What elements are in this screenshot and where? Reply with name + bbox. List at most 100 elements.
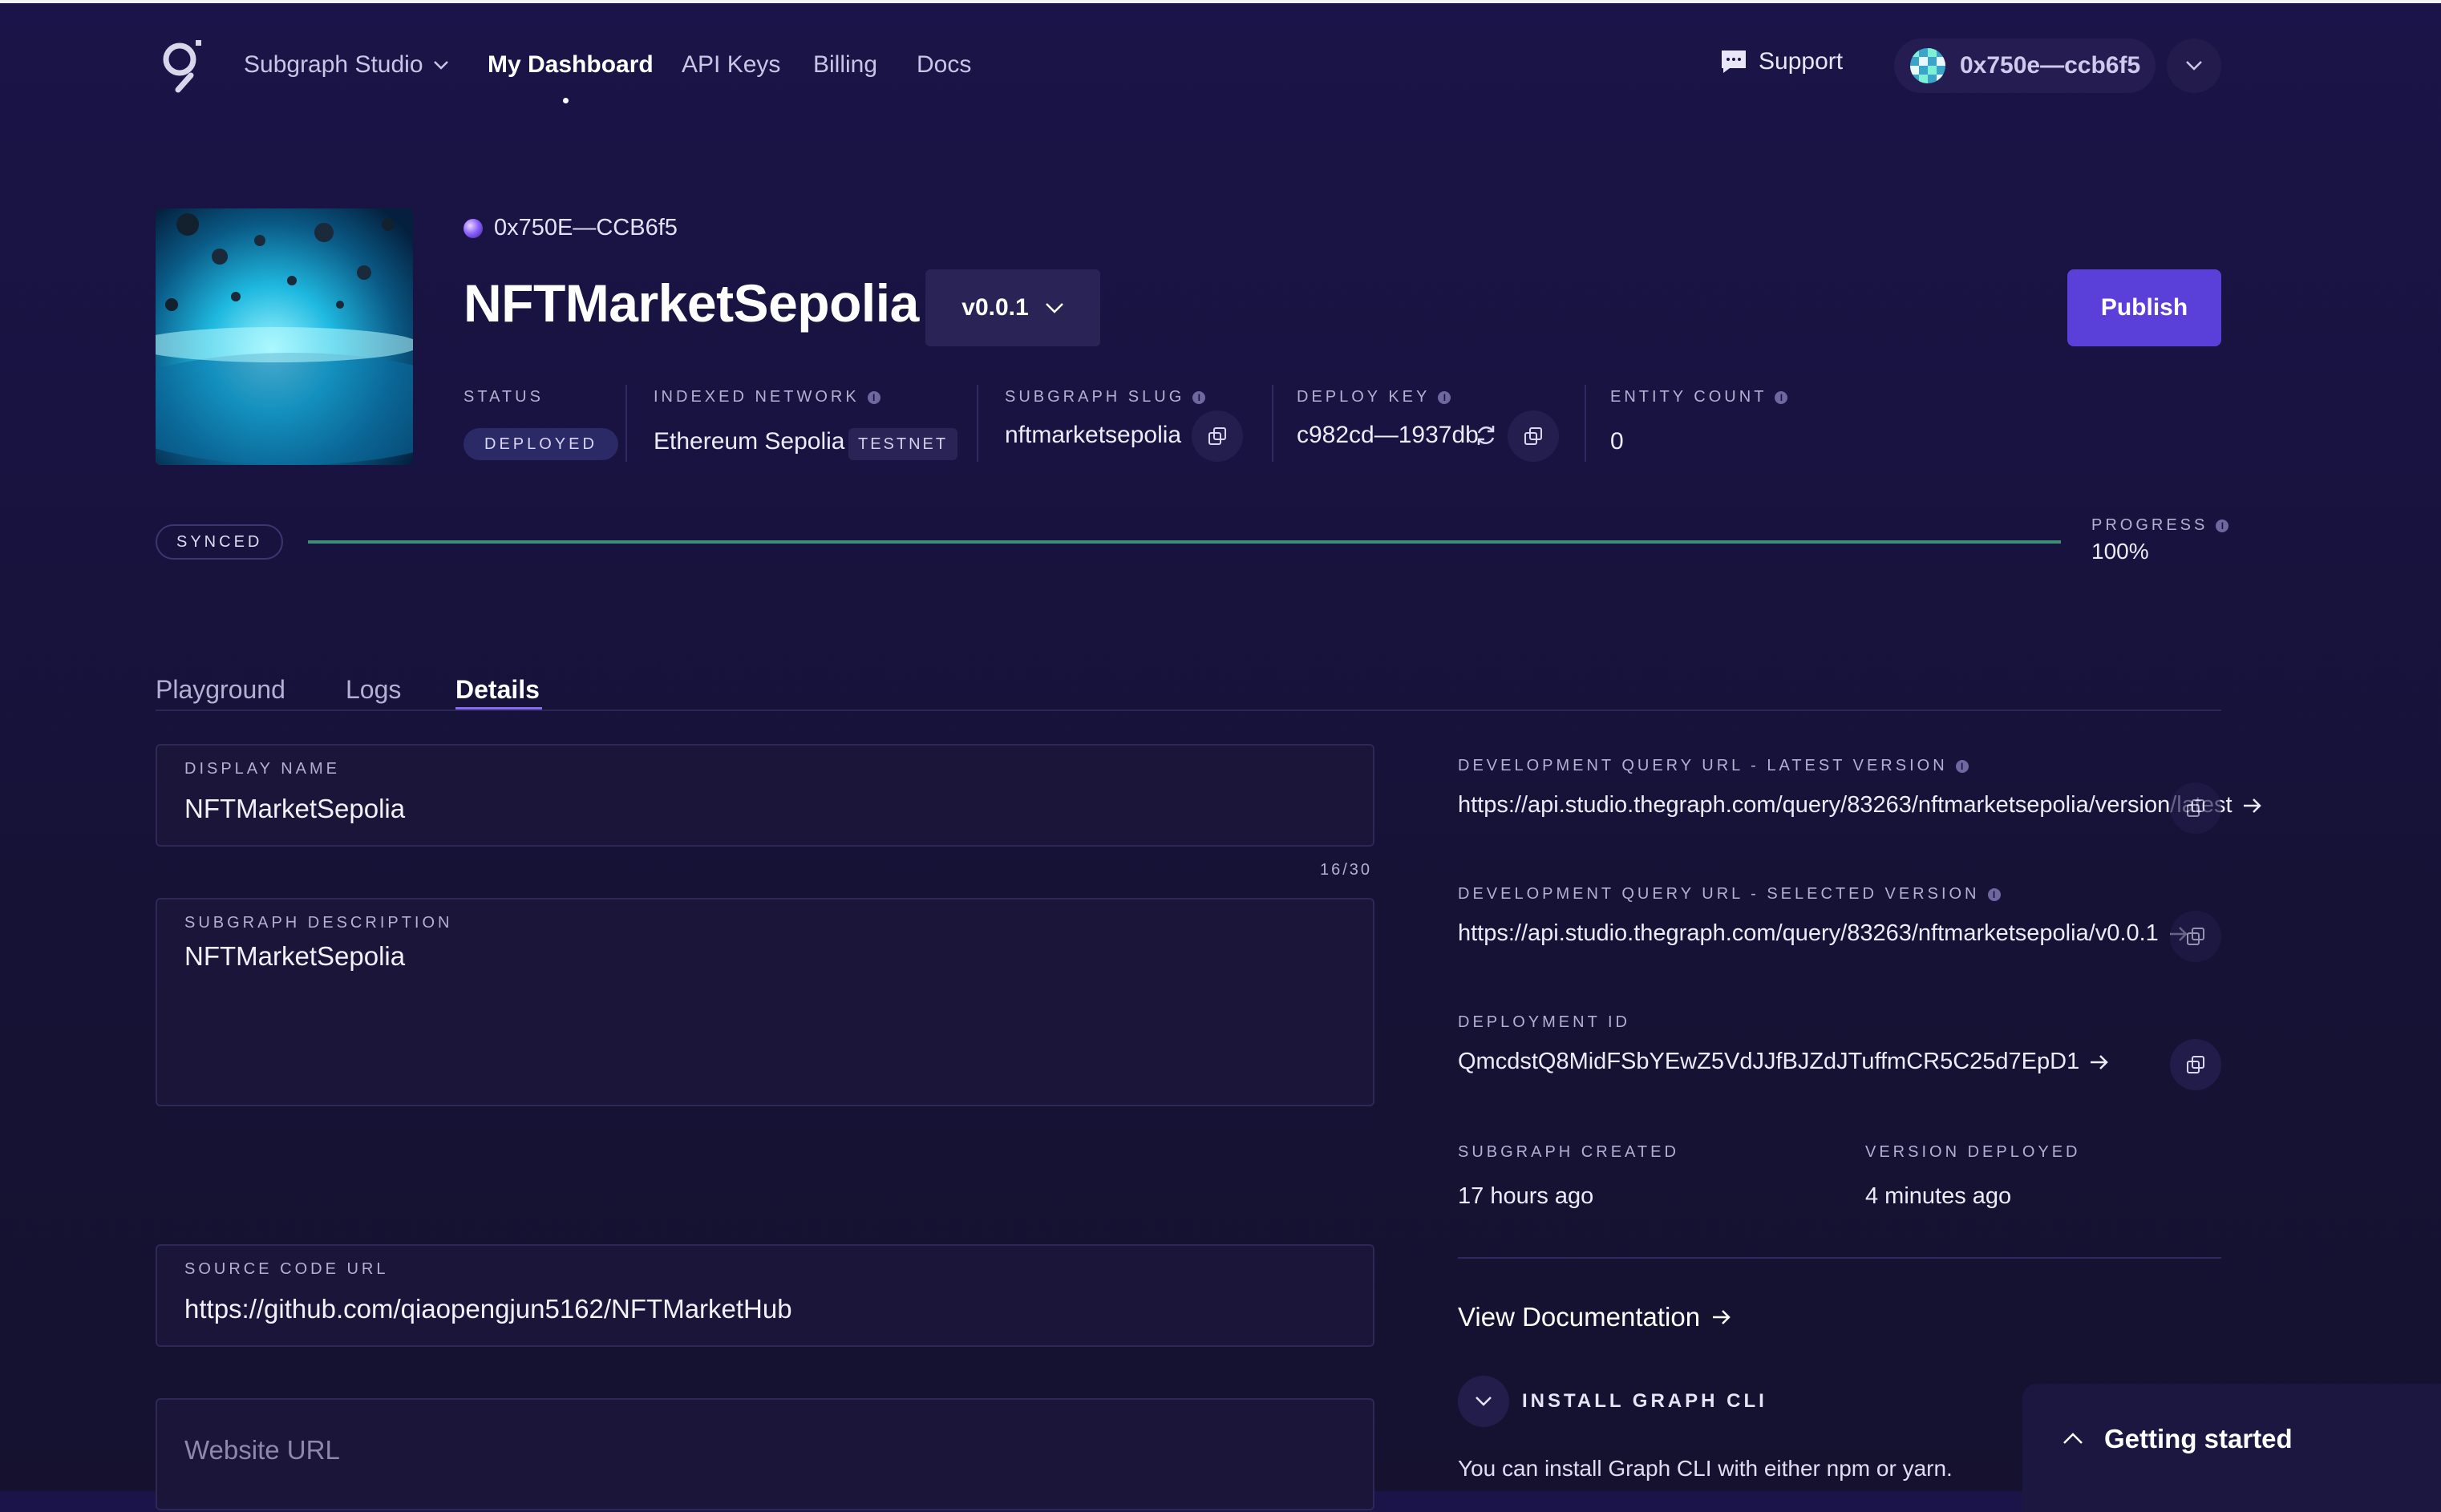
wallet-account-button[interactable]: 0x750e—ccb6f5 xyxy=(1894,38,2156,93)
sync-progress-fill xyxy=(308,540,2061,544)
divider xyxy=(1272,385,1273,462)
status-label: STATUS xyxy=(464,388,544,406)
chevron-down-icon xyxy=(433,61,448,70)
divider xyxy=(977,385,978,462)
nav-my-dashboard[interactable]: My Dashboard xyxy=(488,51,654,79)
getting-started-label: Getting started xyxy=(2104,1424,2293,1453)
nav-api-keys[interactable]: API Keys xyxy=(682,51,780,79)
version-deployed-value: 4 minutes ago xyxy=(1865,1183,2012,1209)
info-icon[interactable]: i xyxy=(1987,887,2001,901)
copy-icon xyxy=(2187,1056,2204,1073)
chevron-down-icon xyxy=(2186,61,2202,71)
install-cli-toggle[interactable] xyxy=(1458,1376,1509,1427)
tab-logs[interactable]: Logs xyxy=(346,675,401,705)
graph-logo-icon[interactable] xyxy=(160,40,202,93)
subgraph-created-value: 17 hours ago xyxy=(1458,1183,1594,1209)
tab-details[interactable]: Details xyxy=(455,675,540,705)
deployment-id-label: DEPLOYMENT ID xyxy=(1458,1013,1630,1031)
active-tab-indicator xyxy=(455,707,542,710)
divider xyxy=(625,385,627,462)
copy-icon xyxy=(2187,799,2204,817)
subgraph-thumbnail xyxy=(156,208,413,465)
copy-selected-url-button[interactable] xyxy=(2170,911,2221,962)
latest-query-url: https://api.studio.thegraph.com/query/83… xyxy=(1458,792,2233,818)
website-url-field[interactable]: Website URL xyxy=(156,1398,1374,1510)
publish-button[interactable]: Publish xyxy=(2067,269,2221,346)
owner-avatar-icon xyxy=(464,218,483,238)
support-button[interactable]: Support xyxy=(1720,48,1843,75)
testnet-badge: TESTNET xyxy=(848,428,958,460)
copy-latest-url-button[interactable] xyxy=(2170,782,2221,834)
entity-count-label: ENTITY COUNT i xyxy=(1610,388,1788,406)
install-cli-description: You can install Graph CLI with either np… xyxy=(1458,1456,1953,1481)
chevron-up-icon xyxy=(2063,1433,2083,1444)
info-icon[interactable]: i xyxy=(1955,759,1969,773)
chevron-down-icon xyxy=(1045,303,1063,313)
source-code-url-field[interactable]: SOURCE CODE URL https://github.com/qiaop… xyxy=(156,1244,1374,1347)
selected-query-url-link[interactable]: https://api.studio.thegraph.com/query/83… xyxy=(1458,920,2189,947)
source-code-value: https://github.com/qiaopengjun5162/NFTMa… xyxy=(184,1294,792,1324)
view-documentation-link[interactable]: View Documentation xyxy=(1458,1302,1732,1332)
copy-icon xyxy=(1208,427,1226,445)
info-icon[interactable]: i xyxy=(1775,390,1788,404)
sync-status-badge: SYNCED xyxy=(156,524,284,560)
display-name-label: DISPLAY NAME xyxy=(184,760,340,778)
selected-url-label: DEVELOPMENT QUERY URL - SELECTED VERSION… xyxy=(1458,885,2001,904)
deploy-key-label: DEPLOY KEY i xyxy=(1297,388,1451,406)
network-value: Ethereum Sepolia xyxy=(654,428,845,455)
info-icon[interactable]: i xyxy=(1192,390,1206,404)
copy-slug-button[interactable] xyxy=(1192,410,1243,462)
info-icon[interactable]: i xyxy=(2216,519,2229,532)
wallet-address: 0x750e—ccb6f5 xyxy=(1960,52,2141,79)
display-name-field[interactable]: DISPLAY NAME NFTMarketSepolia xyxy=(156,744,1374,847)
entity-count-value: 0 xyxy=(1610,428,1624,455)
subgraph-studio-menu[interactable]: Subgraph Studio xyxy=(244,51,449,79)
active-nav-indicator xyxy=(563,98,569,103)
tab-playground[interactable]: Playground xyxy=(156,675,285,705)
getting-started-panel[interactable]: Getting started xyxy=(2022,1384,2441,1512)
selected-query-url: https://api.studio.thegraph.com/query/83… xyxy=(1458,920,2159,946)
account-dropdown-button[interactable] xyxy=(2167,38,2221,93)
deploy-key-value: c982cd—1937db xyxy=(1297,422,1479,448)
indexed-network-label: INDEXED NETWORK i xyxy=(654,388,880,406)
progress-label: PROGRESS i xyxy=(2091,516,2229,535)
status-badge: DEPLOYED xyxy=(464,428,618,460)
latest-url-label: DEVELOPMENT QUERY URL - LATEST VERSION i xyxy=(1458,757,1969,775)
divider xyxy=(1585,385,1586,462)
progress-value: 100% xyxy=(2091,539,2149,564)
page-title: NFTMarketSepolia xyxy=(464,273,919,333)
wallet-avatar-icon xyxy=(1910,48,1945,83)
sync-progress-bar xyxy=(308,540,2061,544)
support-label: Support xyxy=(1759,48,1844,75)
subgraph-slug-label: SUBGRAPH SLUG i xyxy=(1005,388,1206,406)
copy-icon xyxy=(1524,427,1542,445)
deployment-id-link[interactable]: QmcdstQ8MidFSbYEwZ5VdJJfBJZdJTuffmCR5C25… xyxy=(1458,1049,2110,1075)
version-deployed-label: VERSION DEPLOYED xyxy=(1865,1143,2081,1161)
info-icon[interactable]: i xyxy=(867,390,880,404)
window-top-edge xyxy=(0,0,2441,3)
character-counter: 16/30 xyxy=(1320,861,1373,879)
refresh-icon[interactable] xyxy=(1474,423,1498,447)
subgraph-description-field[interactable]: SUBGRAPH DESCRIPTION NFTMarketSepolia xyxy=(156,898,1374,1106)
latest-query-url-link[interactable]: https://api.studio.thegraph.com/query/83… xyxy=(1458,792,2263,819)
nav-billing[interactable]: Billing xyxy=(813,51,877,79)
chat-bubble-icon xyxy=(1722,51,1746,73)
chevron-down-icon xyxy=(1476,1397,1492,1406)
arrow-right-icon xyxy=(2243,798,2261,813)
nav-docs[interactable]: Docs xyxy=(917,51,971,79)
description-label: SUBGRAPH DESCRIPTION xyxy=(184,914,453,932)
copy-deployment-id-button[interactable] xyxy=(2170,1039,2221,1090)
arrow-right-icon xyxy=(2091,1054,2108,1069)
owner-address: 0x750E—CCB6f5 xyxy=(494,215,678,241)
info-icon[interactable]: i xyxy=(1438,390,1451,404)
copy-deploy-key-button[interactable] xyxy=(1508,410,1559,462)
arrow-right-icon xyxy=(1713,1310,1731,1324)
subgraph-owner: 0x750E—CCB6f5 xyxy=(464,215,678,241)
install-cli-label: INSTALL GRAPH CLI xyxy=(1522,1390,1767,1412)
subgraph-created-label: SUBGRAPH CREATED xyxy=(1458,1143,1679,1161)
divider xyxy=(1458,1257,2221,1259)
version-selector[interactable]: v0.0.1 xyxy=(925,269,1100,346)
display-name-value: NFTMarketSepolia xyxy=(184,794,406,823)
version-label: v0.0.1 xyxy=(961,294,1029,321)
view-documentation-label: View Documentation xyxy=(1458,1302,1701,1332)
